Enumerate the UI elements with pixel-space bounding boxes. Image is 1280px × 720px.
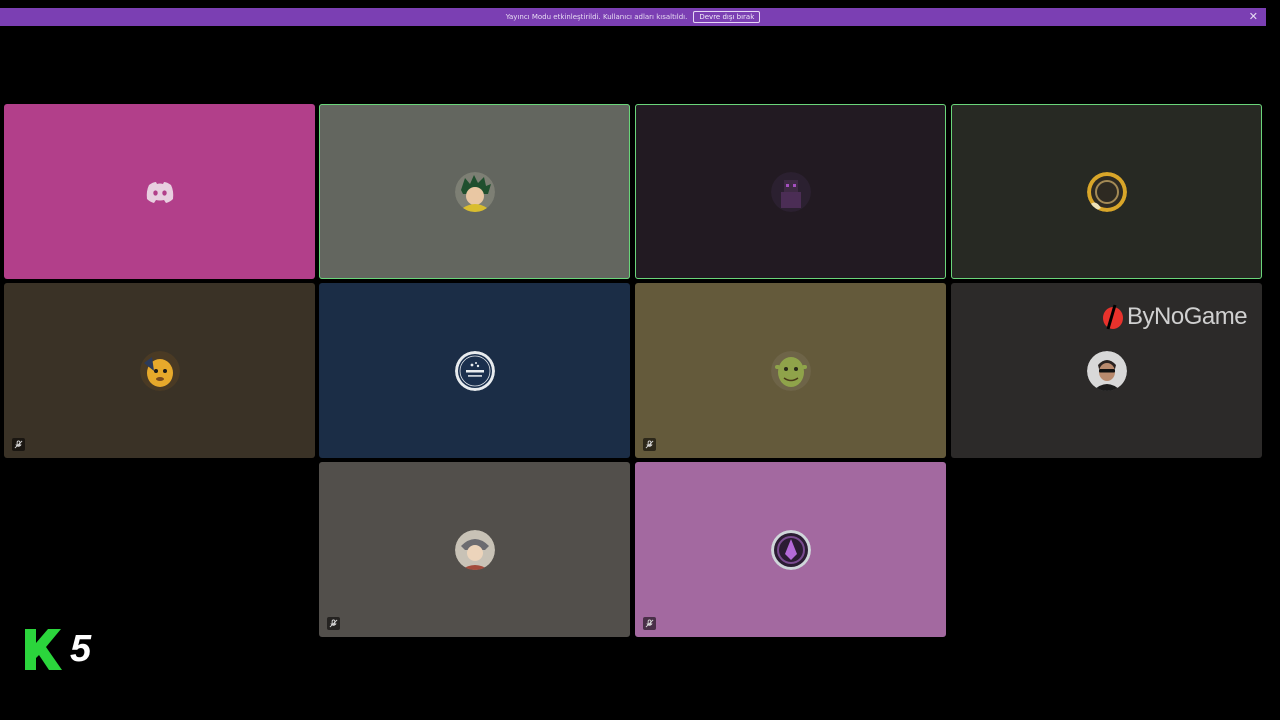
tile-green-hair-avatar[interactable] [319, 104, 630, 279]
k5-watermark: 5 [25, 628, 91, 671]
mute-icon [643, 438, 656, 451]
tile-discord-default[interactable] [4, 104, 315, 279]
tile-purple-emblem-avatar[interactable] [635, 462, 946, 637]
k5-number: 5 [70, 628, 92, 670]
purple-emblem-avatar [770, 529, 811, 570]
streamer-mode-banner: Yayıncı Modu etkinleştirildi. Kullanıcı … [0, 8, 1266, 26]
tile-yellow-dog-avatar[interactable] [4, 283, 315, 458]
disable-streamer-mode-button[interactable]: Devre dışı bırak [693, 11, 761, 23]
bynogame-logo-icon [1103, 304, 1123, 330]
tile-ogre-avatar[interactable] [635, 283, 946, 458]
mute-icon [327, 617, 340, 630]
discord-logo-icon [140, 172, 180, 212]
yellow-dog-avatar [139, 350, 180, 391]
bynogame-text: ByNoGame [1127, 303, 1248, 330]
green-hair-character-avatar [454, 171, 495, 212]
k-logo-icon [25, 629, 62, 670]
mute-icon [643, 617, 656, 630]
gold-emblem-avatar [1086, 171, 1127, 212]
tile-gold-emblem-avatar[interactable] [951, 104, 1262, 279]
banner-message: Yayıncı Modu etkinleştirildi. Kullanıcı … [505, 13, 688, 21]
tile-sketch-avatar[interactable] [319, 462, 630, 637]
close-icon[interactable]: ✕ [1249, 10, 1258, 23]
tile-purple-figure-avatar[interactable] [635, 104, 946, 279]
tile-subaru-avatar[interactable] [319, 283, 630, 458]
sunglasses-man-avatar [1086, 350, 1127, 391]
subaru-logo-avatar [454, 350, 495, 391]
purple-figure-avatar [770, 171, 811, 212]
sketch-character-avatar [454, 529, 495, 570]
mute-icon [12, 438, 25, 451]
bynogame-watermark: ByNoGame [1102, 303, 1248, 331]
green-ogre-avatar [770, 350, 811, 391]
